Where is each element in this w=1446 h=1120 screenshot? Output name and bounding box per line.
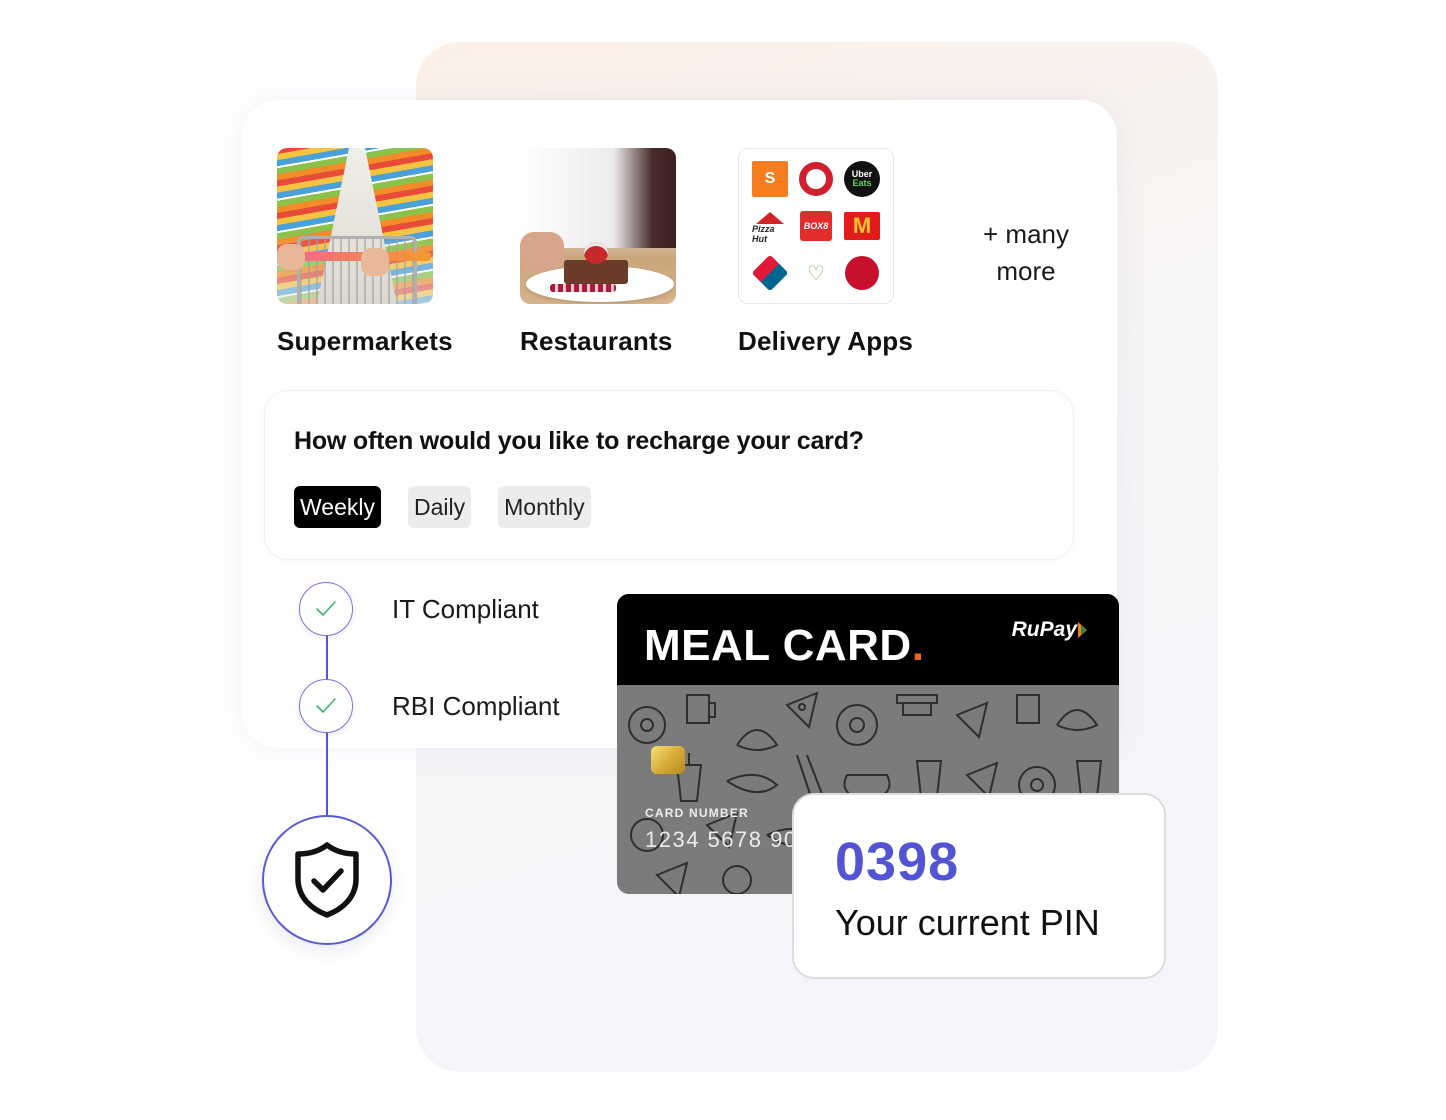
card-number-label: CARD NUMBER xyxy=(645,806,749,820)
restaurant-image xyxy=(520,148,676,304)
security-badge xyxy=(262,815,392,945)
rupay-logo: RuPay xyxy=(1012,618,1087,642)
frequency-options: Weekly Daily Monthly xyxy=(294,486,591,528)
shield-check-icon xyxy=(295,842,359,918)
compliance-item-it: IT Compliant xyxy=(299,582,539,636)
compliance-item-rbi: RBI Compliant xyxy=(299,679,560,733)
category-label: Supermarkets xyxy=(277,326,453,356)
pin-value: 0398 xyxy=(835,832,960,892)
option-monthly[interactable]: Monthly xyxy=(498,486,591,528)
category-delivery-apps[interactable]: S Uber Eats Pizza Hut BOX8 M ♡ Delivery … xyxy=(738,148,913,356)
ubereats-logo-icon: Uber Eats xyxy=(844,160,880,197)
option-weekly[interactable]: Weekly xyxy=(294,486,381,528)
pin-display: 0398 Your current PIN xyxy=(792,793,1166,979)
dominos-logo-icon xyxy=(751,254,789,292)
many-more-text: + many more xyxy=(983,219,1069,286)
option-daily[interactable]: Daily xyxy=(408,486,472,528)
card-number: 1234 5678 90 xyxy=(645,827,798,852)
meal-card-title: MEAL CARD. xyxy=(644,621,925,670)
pizzahut-logo-icon: Pizza Hut xyxy=(752,208,788,244)
delivery-apps-logo-grid: S Uber Eats Pizza Hut BOX8 M ♡ xyxy=(738,148,894,304)
swiggy-logo-icon: S xyxy=(752,160,788,197)
category-label: Restaurants xyxy=(520,326,673,356)
compliance-label: IT Compliant xyxy=(392,593,539,624)
check-icon xyxy=(299,582,353,636)
supermarket-image xyxy=(277,148,433,304)
shopping-cart-icon xyxy=(297,236,417,304)
category-supermarkets[interactable]: Supermarkets xyxy=(277,148,453,356)
rupay-arrow-icon xyxy=(1078,622,1087,638)
kfc-logo-icon xyxy=(845,256,879,291)
category-label: Delivery Apps xyxy=(738,326,914,356)
compliance-label: RBI Compliant xyxy=(392,690,560,721)
mcdonalds-logo-icon: M xyxy=(844,211,880,240)
card-chip-icon xyxy=(651,746,685,774)
recharge-question: How often would you like to recharge you… xyxy=(294,427,864,455)
pin-label: Your current PIN xyxy=(835,902,1100,943)
box8-logo-icon: BOX8 xyxy=(800,210,832,241)
check-icon xyxy=(299,679,353,733)
category-restaurants[interactable]: Restaurants xyxy=(520,148,676,356)
eatfit-logo-icon: ♡ xyxy=(807,262,825,285)
recharge-frequency-panel: How often would you like to recharge you… xyxy=(264,390,1074,560)
zomato-logo-icon xyxy=(799,161,833,196)
